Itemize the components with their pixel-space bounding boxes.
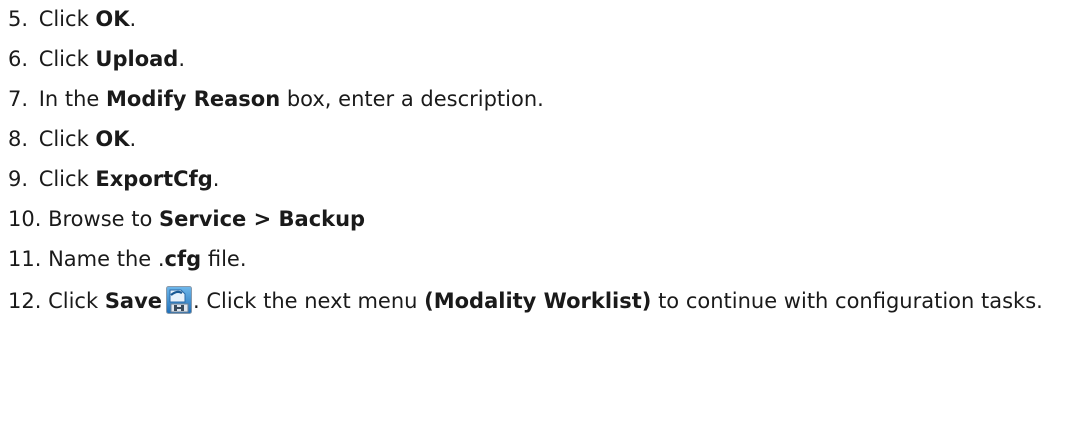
step-number: 9. xyxy=(8,167,29,191)
step-text-end: . xyxy=(129,7,137,31)
step-text-end: . xyxy=(129,127,137,151)
step-text: Name the . xyxy=(48,247,165,271)
step-text: In the xyxy=(38,87,107,111)
step-ui-term: cfg xyxy=(164,247,202,271)
step-text: Click xyxy=(38,47,96,71)
step-10: 10. Browse to Service > Backup xyxy=(8,206,1083,233)
step-5: 5. Click OK. xyxy=(8,6,1083,33)
step-ui-term: OK xyxy=(95,127,130,151)
step-text: Click xyxy=(38,127,96,151)
step-ui-term: Save xyxy=(104,289,163,313)
step-text-end: box, enter a description. xyxy=(280,87,544,111)
step-ui-term: Service > Backup xyxy=(159,207,366,231)
step-ui-term-menu: (Modality Worklist) xyxy=(424,289,652,313)
step-text-end: to continue with configuration tasks. xyxy=(651,289,1043,313)
step-ui-term: OK xyxy=(95,7,130,31)
step-number: 12. xyxy=(8,289,42,313)
step-text: Browse to xyxy=(48,207,159,231)
step-8: 8. Click OK. xyxy=(8,126,1083,153)
step-7: 7. In the Modify Reason box, enter a des… xyxy=(8,86,1083,113)
step-ui-term: Upload xyxy=(95,47,179,71)
step-text-end: . xyxy=(178,47,186,71)
step-text: Click xyxy=(38,7,96,31)
step-text: Click xyxy=(38,167,96,191)
save-icon xyxy=(166,286,193,314)
step-text-end: . xyxy=(212,167,220,191)
step-number: 8. xyxy=(8,127,29,151)
step-number: 5. xyxy=(8,7,29,31)
step-number: 11. xyxy=(8,247,42,271)
step-text-end: file. xyxy=(201,247,247,271)
step-ui-term: Modify Reason xyxy=(106,87,281,111)
step-6: 6. Click Upload. xyxy=(8,46,1083,73)
step-text-mid: . Click the next menu xyxy=(193,289,425,313)
instruction-steps: 5. Click OK. 6. Click Upload. 7. In the … xyxy=(8,6,1083,327)
step-number: 7. xyxy=(8,87,29,111)
step-text: Click xyxy=(48,289,105,313)
step-9: 9. Click ExportCfg. xyxy=(8,166,1083,193)
step-number: 10. xyxy=(8,207,42,231)
step-12: 12. Click Save . Click the next menu (Mo… xyxy=(8,286,1083,314)
step-11: 11. Name the .cfg file. xyxy=(8,246,1083,273)
step-number: 6. xyxy=(8,47,29,71)
step-ui-term: ExportCfg xyxy=(95,167,213,191)
